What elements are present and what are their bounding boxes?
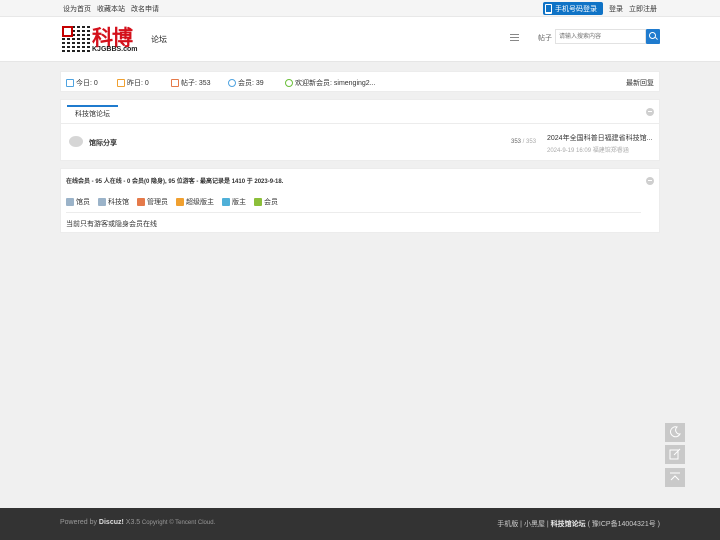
footer-powered: Powered by Discuz! X3.5 Copyright © Tenc…	[60, 519, 215, 526]
stat-posts: 帖子: 353	[171, 78, 211, 88]
moon-icon	[670, 426, 681, 438]
legend-label: 会员	[264, 199, 278, 206]
new-member-link[interactable]: 欢迎新会员: simenging2...	[295, 78, 376, 88]
mobile-login-button[interactable]: 手机号码登录	[543, 2, 603, 15]
bookmark-link[interactable]: 收藏本站	[97, 4, 125, 14]
top-bar: 设为首页 收藏本站 改名申请 手机号码登录 登录 立即注册	[0, 0, 720, 17]
divider	[61, 123, 659, 124]
search-input[interactable]	[555, 29, 646, 44]
legend-icon	[137, 198, 145, 206]
mobile-version-link[interactable]: 手机版	[497, 521, 518, 528]
legend-item: 馆员	[66, 197, 90, 207]
copyright-text: Copyright © Tencent Cloud.	[140, 520, 216, 526]
forum-name-link[interactable]: 科技馆论坛	[551, 521, 586, 528]
post-count: 353	[526, 139, 537, 145]
search-button[interactable]	[646, 29, 660, 44]
site-footer: Powered by Discuz! X3.5 Copyright © Tenc…	[0, 508, 720, 540]
chat-bubble-icon	[69, 136, 83, 147]
calendar-icon	[66, 79, 74, 87]
site-logo[interactable]: 科博 KJGBBS.com	[60, 24, 138, 56]
legend-item: 会员	[254, 197, 278, 207]
site-header: 科博 KJGBBS.com 论坛 帖子	[0, 17, 720, 62]
legend-label: 馆员	[76, 199, 90, 206]
legend-icon	[254, 198, 262, 206]
last-post-meta: 2024-9-19 16:09 福建馆郑睿涵	[547, 148, 629, 154]
stats-bar: 今日: 0 昨日: 0 帖子: 353 会员: 39 欢迎新会员: simeng…	[60, 71, 660, 92]
set-home-link[interactable]: 设为首页	[63, 4, 91, 14]
arrow-up-icon	[670, 472, 680, 481]
online-note: 当前只有游客或隐身会员在线	[66, 221, 157, 228]
stat-members-label: 会员: 39	[238, 80, 264, 87]
board-counts: 353 / 353	[511, 139, 536, 145]
tab-category[interactable]: 科技馆论坛	[67, 105, 118, 123]
post-button[interactable]	[665, 445, 685, 464]
login-link[interactable]: 登录	[609, 4, 623, 14]
stat-today-label: 今日: 0	[76, 80, 98, 87]
logo-subtext: KJGBBS.com	[92, 46, 138, 53]
last-post: 2024年全国科普日福建省科技馆... 2024-9-19 16:09 福建馆郑…	[547, 133, 657, 154]
legend-icon	[98, 198, 106, 206]
menu-list-icon[interactable]	[510, 34, 519, 41]
legend-item: 版主	[222, 197, 246, 207]
icp-link[interactable]: ( 豫ICP备14004321号 )	[588, 521, 660, 528]
mobile-login-label: 手机号码登录	[555, 5, 597, 13]
legend-label: 管理员	[147, 199, 168, 206]
collapse-icon[interactable]	[646, 108, 654, 116]
online-members: 在线会员 - 95 人在线 - 0 会员(0 隐身), 95 位游客 - 最高记…	[60, 168, 660, 233]
document-icon	[171, 79, 179, 87]
legend-label: 超级版主	[186, 199, 214, 206]
version-label: X3.5	[123, 519, 141, 526]
legend-icon	[66, 198, 74, 206]
back-to-top-button[interactable]	[665, 468, 685, 487]
latest-reply-link[interactable]: 最新回复	[626, 78, 654, 88]
account-links: 手机号码登录 登录 立即注册	[543, 2, 657, 15]
board-name-link[interactable]: 馆际分享	[89, 138, 117, 148]
phone-icon	[545, 3, 552, 14]
thread-count: 353	[511, 139, 522, 145]
member-legend: 馆员 科技馆 管理员 超级版主 版主 会员	[66, 197, 278, 207]
stat-members: 会员: 39	[228, 78, 264, 88]
rename-link[interactable]: 改名申请	[131, 4, 159, 14]
forum-category: 科技馆论坛 馆际分享 353 / 353 2024年全国科普日福建省科技馆...…	[60, 99, 660, 161]
register-link[interactable]: 立即注册	[629, 4, 657, 14]
legend-item: 科技馆	[98, 197, 129, 207]
discuz-link[interactable]: Discuz!	[99, 519, 124, 526]
user-icon	[285, 79, 293, 87]
stat-posts-label: 帖子: 353	[181, 80, 211, 87]
divider	[66, 212, 641, 213]
online-header: 在线会员 - 95 人在线 - 0 会员(0 隐身), 95 位游客 - 最高记…	[66, 176, 283, 185]
footer-links: 手机版 | 小黑屋 | 科技馆论坛 ( 豫ICP备14004321号 )	[497, 521, 660, 528]
legend-item: 管理员	[137, 197, 168, 207]
legend-label: 版主	[232, 199, 246, 206]
stat-welcome: 欢迎新会员: simenging2...	[285, 78, 376, 88]
powered-label: Powered by	[60, 519, 99, 526]
night-mode-button[interactable]	[665, 423, 685, 442]
nav-forum[interactable]: 论坛	[151, 34, 167, 45]
stat-yesterday: 昨日: 0	[117, 78, 149, 88]
stat-yesterday-label: 昨日: 0	[127, 80, 149, 87]
online-summary: - 95 人在线 - 0 会员(0 隐身), 95 位游客 - 最高记录是 14…	[90, 179, 284, 185]
legend-label: 科技馆	[108, 199, 129, 206]
legend-icon	[176, 198, 184, 206]
calendar-icon	[117, 79, 125, 87]
legend-icon	[222, 198, 230, 206]
legend-item: 超级版主	[176, 197, 214, 207]
collapse-icon[interactable]	[646, 177, 654, 185]
dark-room-link[interactable]: 小黑屋	[524, 521, 545, 528]
top-links: 设为首页 收藏本站 改名申请	[63, 4, 159, 14]
group-icon	[228, 79, 236, 87]
last-post-link[interactable]: 2024年全国科普日福建省科技馆...	[547, 133, 657, 143]
stat-today: 今日: 0	[66, 78, 98, 88]
edit-icon	[669, 448, 681, 460]
qr-code-icon	[60, 24, 90, 54]
online-title-link[interactable]: 在线会员	[66, 179, 90, 185]
search-type-select[interactable]: 帖子	[538, 33, 552, 43]
